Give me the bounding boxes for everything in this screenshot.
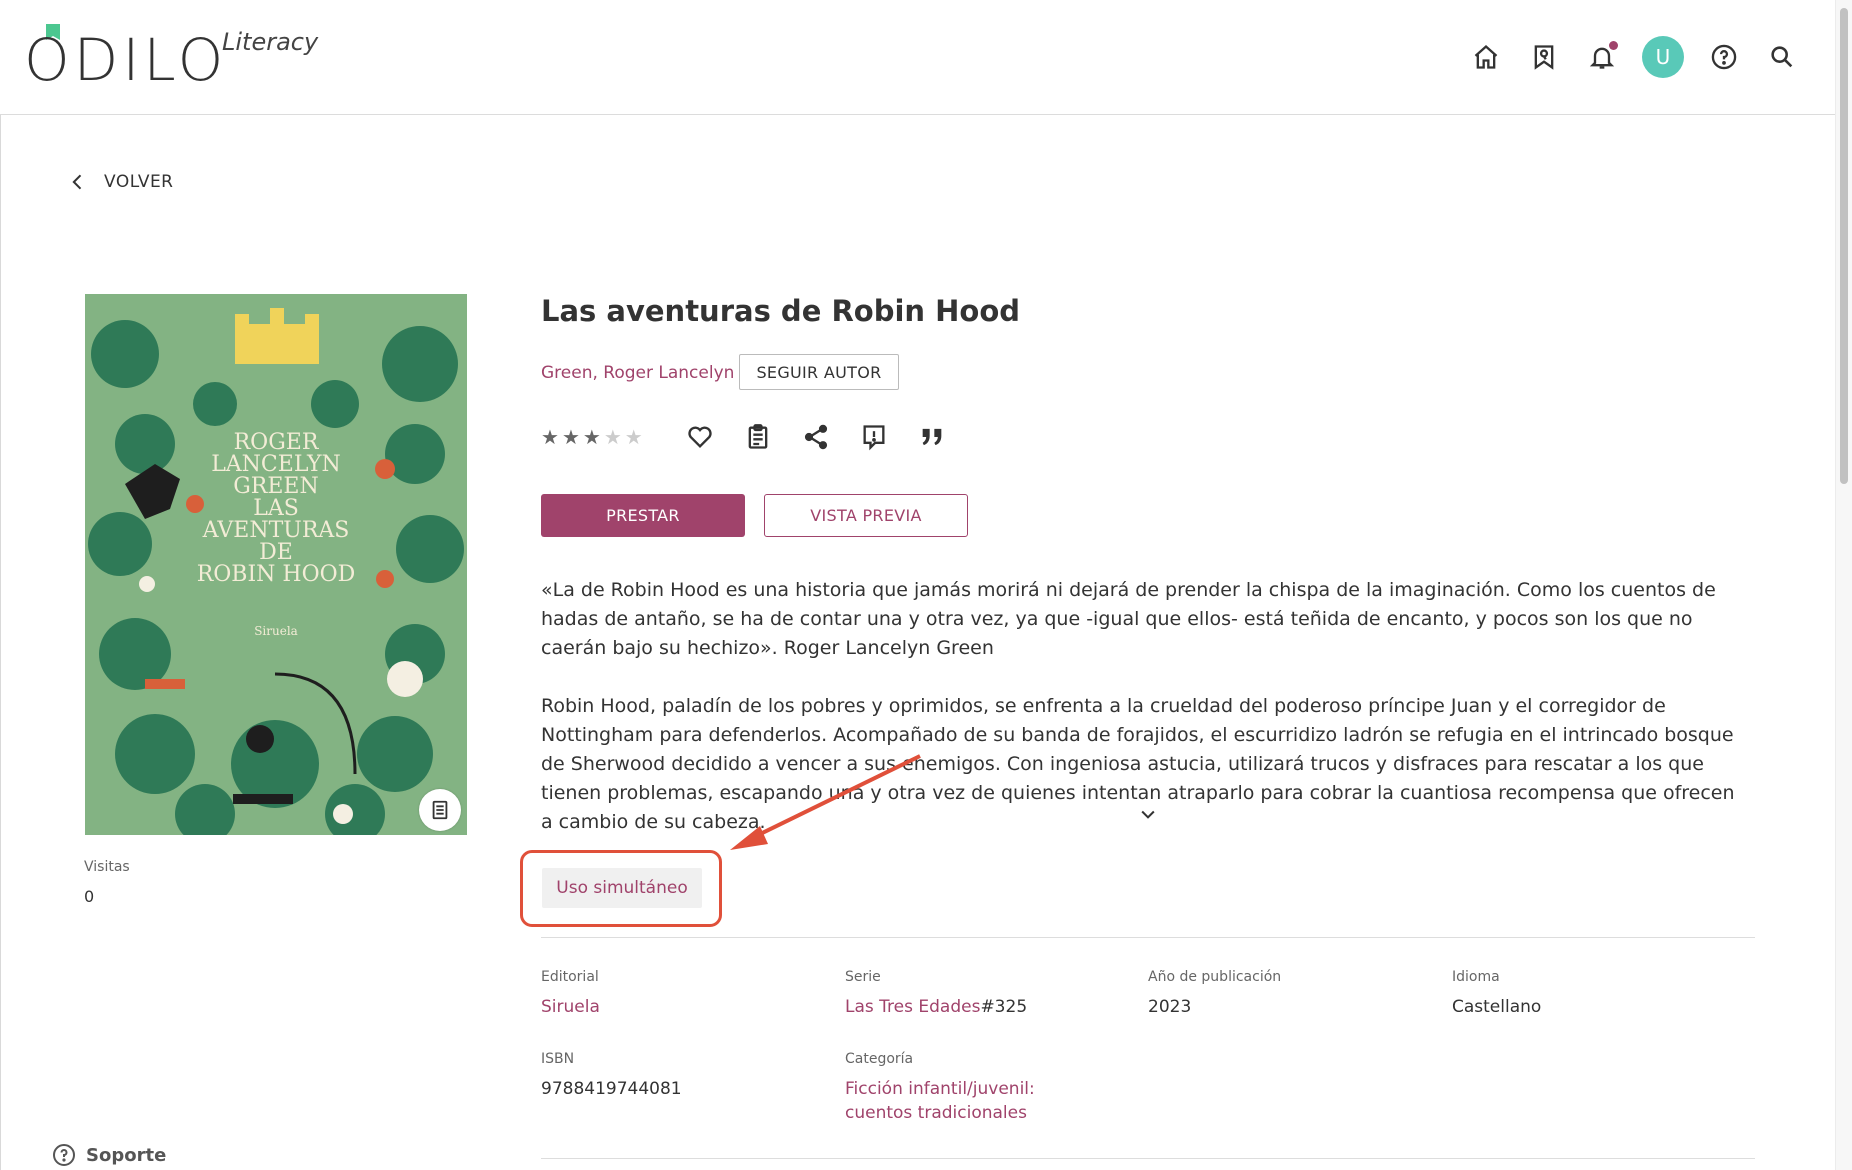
- serie-label: Serie: [845, 969, 881, 985]
- chevron-down-icon[interactable]: [1138, 804, 1158, 824]
- chevron-left-icon: [72, 174, 82, 190]
- category-label: Categoría: [845, 1051, 914, 1067]
- editorial-label: Editorial: [541, 969, 599, 985]
- cover-title-line: ROBIN HOOD: [196, 562, 356, 587]
- vertical-scrollbar[interactable]: [1835, 0, 1852, 1170]
- star-icon[interactable]: ★: [541, 427, 559, 447]
- heart-icon[interactable]: [683, 420, 717, 454]
- share-icon[interactable]: [799, 420, 833, 454]
- cover-publisher: Siruela: [254, 624, 298, 638]
- help-icon[interactable]: [1706, 39, 1742, 75]
- odilo-logo[interactable]: ODILO Literacy: [24, 24, 324, 94]
- cover-title-line: LANCELYN: [211, 452, 341, 477]
- editorial-link[interactable]: Siruela: [541, 995, 600, 1019]
- support-label: Soporte: [86, 1144, 167, 1166]
- search-icon[interactable]: [1764, 39, 1800, 75]
- cover-title-line: AVENTURAS: [202, 518, 350, 543]
- top-navigation: U: [1468, 36, 1800, 78]
- language-value: Castellano: [1452, 997, 1542, 1017]
- back-label: VOLVER: [104, 172, 174, 192]
- avatar[interactable]: U: [1642, 36, 1684, 78]
- document-icon: [432, 800, 448, 820]
- serie-number: #325: [980, 997, 1028, 1017]
- author-link[interactable]: Green, Roger Lancelyn: [541, 363, 734, 383]
- support-link[interactable]: Soporte: [52, 1143, 166, 1167]
- bookmark-list-icon[interactable]: [1526, 39, 1562, 75]
- description-paragraph: «La de Robin Hood es una historia que ja…: [541, 579, 1716, 659]
- serie-link[interactable]: Las Tres Edades: [845, 997, 980, 1017]
- logo-text: ODILO: [24, 26, 228, 94]
- section-divider: [541, 937, 1755, 938]
- isbn-label: ISBN: [541, 1051, 575, 1067]
- notification-dot: [1609, 41, 1618, 50]
- logo-subtitle: Literacy: [222, 28, 319, 56]
- back-link[interactable]: VOLVER: [68, 172, 174, 192]
- help-circle-icon: [53, 1144, 75, 1166]
- annotation-arrow: [730, 754, 921, 850]
- section-divider: [541, 1158, 1755, 1159]
- rating-stars[interactable]: ★ ★ ★ ★ ★: [541, 427, 643, 447]
- borrow-button[interactable]: PRESTAR: [541, 494, 745, 537]
- cover-title: ROGER LANCELYN GREEN LAS AVENTURAS DE RO…: [85, 432, 467, 586]
- ebook-format-badge: [419, 789, 461, 831]
- star-icon[interactable]: ★: [562, 427, 580, 447]
- top-header: ODILO Literacy U: [0, 0, 1836, 115]
- report-icon[interactable]: [857, 420, 891, 454]
- home-icon[interactable]: [1468, 39, 1504, 75]
- book-cover[interactable]: ROGER LANCELYN GREEN LAS AVENTURAS DE RO…: [85, 294, 467, 835]
- clipboard-icon[interactable]: [741, 420, 775, 454]
- cover-title-line: LAS: [253, 496, 299, 521]
- preview-button[interactable]: VISTA PREVIA: [764, 494, 968, 537]
- book-actions: ★ ★ ★ ★ ★: [541, 420, 973, 454]
- follow-author-button[interactable]: SEGUIR AUTOR: [739, 354, 899, 390]
- book-title: Las aventuras de Robin Hood: [541, 294, 1021, 328]
- visits-label: Visitas: [84, 859, 130, 875]
- bell-icon[interactable]: [1584, 39, 1620, 75]
- star-icon[interactable]: ★: [604, 427, 622, 447]
- annotation-highlight: [520, 850, 722, 927]
- cover-title-line: DE: [259, 540, 293, 565]
- cover-title-line: GREEN: [233, 474, 319, 499]
- quote-icon[interactable]: [915, 420, 949, 454]
- serie-value: Las Tres Edades#325: [845, 995, 1027, 1019]
- year-value: 2023: [1148, 997, 1192, 1017]
- year-label: Año de publicación: [1148, 969, 1282, 985]
- category-link[interactable]: Ficción infantil/juvenil: cuentos tradic…: [845, 1077, 1095, 1125]
- cover-title-line: ROGER: [233, 430, 319, 455]
- scrollbar-thumb[interactable]: [1840, 8, 1848, 484]
- star-icon[interactable]: ★: [583, 427, 601, 447]
- star-icon[interactable]: ★: [625, 427, 643, 447]
- isbn-value: 9788419744081: [541, 1079, 682, 1099]
- visits-value: 0: [84, 887, 95, 906]
- language-label: Idioma: [1452, 969, 1500, 985]
